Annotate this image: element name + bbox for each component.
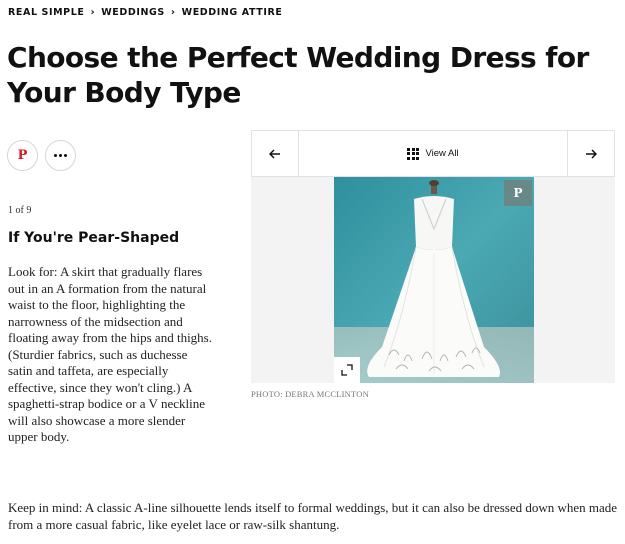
view-all-button[interactable]: View All: [299, 131, 567, 176]
photo-credit: PHOTO: DEBRA MCCLINTON: [251, 389, 369, 399]
page-title: Choose the Perfect Wedding Dress for You…: [7, 41, 589, 109]
arrow-right-icon: [586, 148, 597, 159]
image-pinterest-button[interactable]: P: [504, 180, 532, 206]
expand-image-button[interactable]: [334, 357, 360, 383]
view-all-label: View All: [425, 148, 459, 159]
pinterest-share-button[interactable]: P: [7, 140, 38, 171]
slide-heading: If You're Pear-Shaped: [8, 230, 180, 246]
wedding-dress-photo: [334, 177, 534, 383]
gallery-image-area: P: [251, 177, 615, 383]
grid-icon: [407, 147, 420, 160]
slide-counter: 1 of 9: [8, 205, 32, 216]
pinterest-icon: P: [513, 186, 523, 200]
expand-icon: [341, 364, 353, 376]
next-slide-button[interactable]: [567, 131, 614, 176]
slide-body-text: Look for: A skirt that gradually flares …: [8, 264, 212, 444]
previous-slide-button[interactable]: [252, 131, 299, 176]
more-dots-icon: [54, 154, 67, 157]
arrow-left-icon: [269, 148, 280, 159]
more-options-button[interactable]: [45, 140, 76, 171]
breadcrumb: REAL SIMPLE › WEDDINGS › WEDDING ATTIRE: [8, 7, 282, 18]
pinterest-icon: P: [17, 148, 28, 163]
chevron-right-icon: ›: [170, 7, 176, 18]
breadcrumb-item-wedding-attire[interactable]: WEDDING ATTIRE: [182, 7, 283, 18]
gallery-nav: View All: [251, 130, 615, 177]
keep-in-mind-text: Keep in mind: A classic A-line silhouett…: [8, 500, 618, 532]
wedding-dress-image: [334, 177, 534, 383]
chevron-right-icon: ›: [90, 7, 96, 18]
breadcrumb-item-real-simple[interactable]: REAL SIMPLE: [8, 7, 84, 18]
breadcrumb-item-weddings[interactable]: WEDDINGS: [101, 7, 165, 18]
